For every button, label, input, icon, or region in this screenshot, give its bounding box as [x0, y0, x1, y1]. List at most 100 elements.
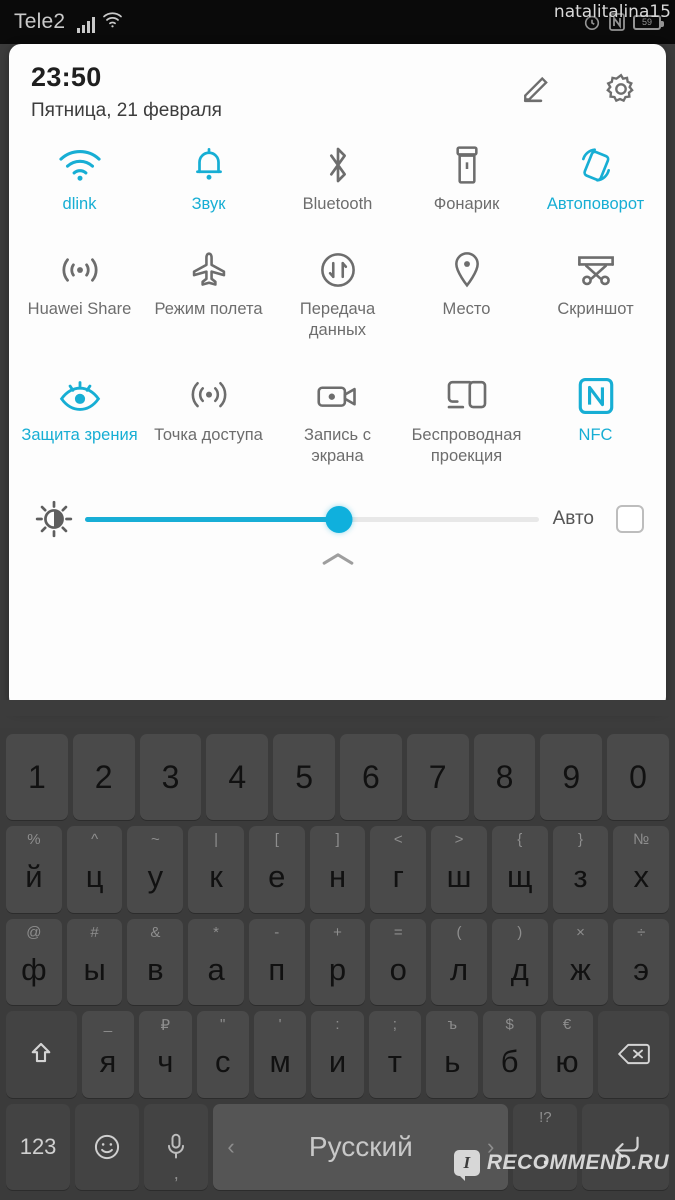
shift-key[interactable] [6, 1011, 77, 1098]
keyboard-key[interactable]: :и [311, 1011, 364, 1098]
brightness-slider[interactable] [85, 505, 539, 533]
tile-label: Место [442, 300, 491, 318]
enter-key[interactable] [582, 1103, 670, 1191]
collapse-handle[interactable] [9, 549, 666, 583]
keyboard-key[interactable]: (л [431, 918, 487, 1006]
tile-bluetooth[interactable]: Bluetooth [273, 136, 402, 215]
signal-bars-icon [77, 16, 96, 33]
nfc-icon [577, 373, 615, 419]
backspace-key[interactable] [598, 1011, 669, 1098]
key-primary-label: в [147, 951, 164, 987]
keyboard-key[interactable]: 9 [540, 734, 603, 821]
keyboard-key[interactable]: 3 [139, 734, 202, 821]
keyboard-key[interactable]: * а [188, 918, 244, 1006]
quick-settings-panel: 23:50 Пятница, 21 февраля dlink Звук Blu… [9, 44, 666, 709]
keyboard-key[interactable]: 7 [406, 734, 469, 821]
keyboard-key[interactable]: 2 [72, 734, 135, 821]
gear-icon[interactable] [604, 72, 638, 106]
tile-wireless-projection[interactable]: Беспроводная проекция [402, 367, 531, 467]
keyboard-key[interactable]: × ж [552, 918, 609, 1006]
key-secondary-label: - [274, 923, 280, 941]
auto-brightness-checkbox[interactable] [616, 505, 644, 533]
quick-tile-row-2: Huawei Share Режим полета Передача данны… [9, 241, 666, 341]
keyboard-key[interactable]: 8 [473, 734, 536, 821]
keyboard-key[interactable]: } з [552, 826, 609, 913]
keyboard-key[interactable]: [е [248, 826, 305, 913]
keyboard-key[interactable]: % й [6, 826, 62, 913]
key-secondary-label: : [335, 1016, 340, 1034]
keyboard-key[interactable]: 6 [339, 734, 402, 821]
key-primary-label: 4 [228, 759, 247, 796]
key-primary-label: н [328, 859, 347, 895]
backspace-icon [617, 1042, 650, 1066]
screen-record-icon [316, 373, 360, 419]
key-primary-label: ю [555, 1043, 579, 1079]
tile-airplane-mode[interactable]: Режим полета [144, 241, 273, 341]
keyboard-key[interactable]: ' м [253, 1011, 307, 1098]
emoji-key[interactable] [75, 1103, 140, 1191]
tile-label: dlink [62, 195, 97, 213]
tile-hotspot[interactable]: Точка доступа [144, 367, 273, 467]
keyboard-key[interactable]: ÷ э [613, 918, 670, 1006]
keyboard-key[interactable]: € ю [540, 1011, 594, 1098]
keyboard-key[interactable]: " с [196, 1011, 249, 1098]
tile-location[interactable]: Место [402, 241, 531, 341]
tile-screen-record[interactable]: Запись с экрана [273, 367, 402, 467]
keyboard-key[interactable]: ~ у [127, 826, 184, 913]
keyboard-key[interactable]: + р [309, 918, 366, 1006]
status-left-icons [77, 11, 123, 33]
recommend-brand-text: RECOMMEND.RU [486, 1151, 669, 1174]
keyboard-key[interactable]: = о [370, 918, 427, 1006]
keyboard-key[interactable]: & в [127, 918, 184, 1006]
phone-screen: Tele2 59 natalitalina15 23:50 Пятница, 2… [0, 0, 675, 1200]
key-secondary-label: ] [335, 831, 340, 849]
keyboard-key[interactable]: -п [248, 918, 305, 1006]
keyboard-key[interactable]: ^ ц [66, 826, 123, 913]
keyboard-row-space: 123 , ‹ Русский › !? . [3, 1103, 672, 1191]
keyboard-key[interactable]: № х [613, 826, 670, 913]
keyboard-key[interactable]: {щ [491, 826, 548, 913]
tile-screenshot[interactable]: Скриншот [531, 241, 660, 341]
prev-language-arrow[interactable]: ‹ [227, 1134, 234, 1160]
keyboard-key[interactable]: _ я [81, 1011, 135, 1098]
tile-label: Скриншот [557, 300, 634, 318]
keyboard-key[interactable]: $ б [483, 1011, 536, 1098]
key-primary-label: 2 [94, 759, 113, 796]
tile-huawei-share[interactable]: Huawei Share [15, 241, 144, 341]
brightness-row: Авто [9, 497, 666, 541]
user-watermark: natalitalina15 [553, 2, 671, 22]
tile-mobile-data[interactable]: Передача данных [273, 241, 402, 341]
tile-auto-rotate[interactable]: Автоповорот [531, 136, 660, 215]
keyboard-key[interactable]: 5 [273, 734, 335, 821]
keyboard-key[interactable]: 1 [6, 734, 68, 821]
microphone-key[interactable]: , [144, 1103, 209, 1191]
keyboard-key[interactable]: @ ф [6, 918, 62, 1006]
flashlight-icon [454, 142, 480, 188]
keyboard-row-top: % й ^ ц ~ у | к[е] н < г > ш{щ} з № х [3, 826, 672, 913]
keyboard-key[interactable]: ъь [426, 1011, 479, 1098]
numeric-key[interactable]: 123 [6, 1103, 71, 1191]
key-secondary-label: _ [103, 1016, 113, 1034]
keyboard-key[interactable]: > ш [431, 826, 487, 913]
tile-flashlight[interactable]: Фонарик [402, 136, 531, 215]
tile-wifi[interactable]: dlink [15, 136, 144, 215]
tile-eye-comfort[interactable]: Защита зрения [15, 367, 144, 467]
tile-nfc[interactable]: NFC [531, 367, 660, 467]
keyboard-key[interactable]: 0 [607, 734, 669, 821]
keyboard-key[interactable]: ₽ ч [139, 1011, 192, 1098]
keyboard-key[interactable]: ] н [309, 826, 366, 913]
keyboard-key[interactable]: < г [370, 826, 427, 913]
tile-sound[interactable]: Звук [144, 136, 273, 215]
keyboard-key[interactable]: | к [188, 826, 244, 913]
keyboard-key[interactable]: 4 [206, 734, 269, 821]
period-key[interactable]: !? . [513, 1103, 578, 1191]
slider-thumb[interactable] [325, 505, 353, 533]
keyboard-key[interactable]: ) д [491, 918, 548, 1006]
keyboard-key[interactable]: ; т [368, 1011, 422, 1098]
pencil-icon[interactable] [520, 72, 554, 106]
brand-watermark: I RECOMMEND.RU [453, 1150, 669, 1181]
microphone-icon [166, 1133, 186, 1161]
keyboard-key[interactable]: # ы [66, 918, 123, 1006]
key-primary-label: 7 [428, 759, 447, 796]
key-secondary-label: @ [26, 923, 42, 941]
